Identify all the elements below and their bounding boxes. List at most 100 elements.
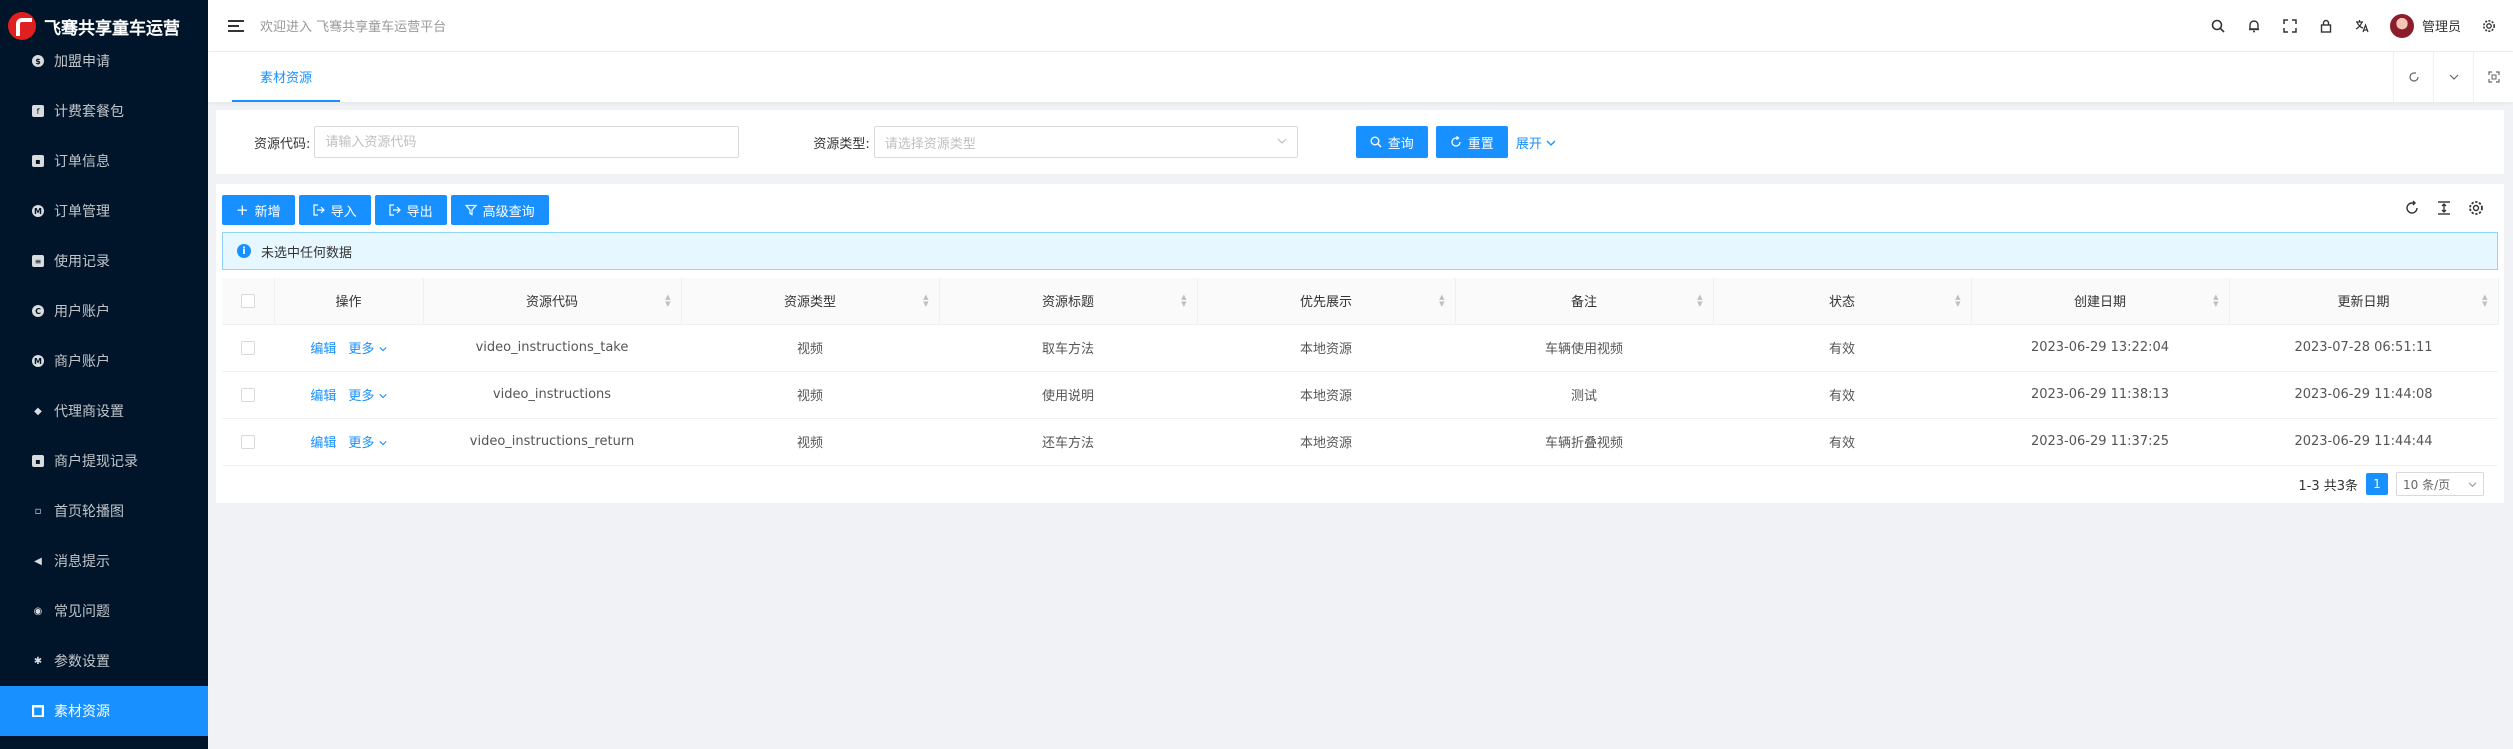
sidebar-item-5[interactable]: C 用户账户 xyxy=(0,286,208,336)
import-button[interactable]: 导入 xyxy=(298,195,371,225)
column-height-icon[interactable] xyxy=(2436,200,2452,220)
more-dropdown[interactable]: 更多 xyxy=(348,436,387,451)
page-size-select[interactable]: 10 条/页 xyxy=(2396,472,2484,496)
sidebar-item-9[interactable]: ▫ 首页轮播图 xyxy=(0,486,208,536)
row-checkbox[interactable] xyxy=(241,434,255,449)
sidebar-item-4[interactable]: ≡ 使用记录 xyxy=(0,236,208,286)
translate-icon[interactable] xyxy=(2354,18,2370,34)
sort-icon: ▲ ▼ xyxy=(2482,292,2488,308)
row-checkbox[interactable] xyxy=(241,387,255,402)
m-circle-icon: M xyxy=(32,355,44,367)
chevron-down-icon xyxy=(378,347,387,352)
add-button[interactable]: + 新增 xyxy=(222,195,295,225)
account-book-icon: ▪ xyxy=(32,455,44,467)
sort-icon: ▲ ▼ xyxy=(665,292,671,308)
cell-priority: 本地资源 xyxy=(1197,371,1455,419)
bell-icon[interactable] xyxy=(2246,18,2262,34)
cell-priority: 本地资源 xyxy=(1197,324,1455,372)
picture-icon: ▫ xyxy=(34,505,42,517)
logo-text: 飞骞共享童车运营 xyxy=(44,18,180,39)
sidebar-item-7[interactable]: ◆ 代理商设置 xyxy=(0,386,208,436)
row-select-cell xyxy=(222,324,274,372)
select-all-cell xyxy=(222,278,275,325)
table-settings-tools xyxy=(2404,200,2484,220)
query-button[interactable]: 查询 xyxy=(1355,126,1428,158)
logo-icon xyxy=(8,12,36,40)
reset-button[interactable]: 重置 xyxy=(1435,126,1508,158)
export-button[interactable]: 导出 xyxy=(374,195,447,225)
page-1-button[interactable]: 1 xyxy=(2366,473,2388,495)
column-header-label: 优先展示 xyxy=(1299,295,1352,311)
resource-code-input[interactable] xyxy=(314,126,740,158)
sidebar-item-label: 代理商设置 xyxy=(54,404,124,420)
sort-icon: ▲ ▼ xyxy=(923,292,929,308)
edit-link[interactable]: 编辑 xyxy=(310,436,336,451)
edit-link[interactable]: 编辑 xyxy=(310,389,336,404)
sidebar-item-12[interactable]: ✱ 参数设置 xyxy=(0,636,208,686)
sort-icon: ▲ ▼ xyxy=(1697,292,1703,308)
tab-bar: 素材资源 xyxy=(208,52,2513,102)
column-header[interactable]: 更新日期 ▲ ▼ xyxy=(2229,278,2499,325)
avatar[interactable] xyxy=(2389,13,2414,38)
android-icon: ◆ xyxy=(34,405,42,417)
column-header[interactable]: 优先展示 ▲ ▼ xyxy=(1197,278,1456,325)
expand-icon[interactable] xyxy=(2473,52,2513,102)
reload-icon[interactable] xyxy=(2393,52,2433,102)
chevron-down-icon[interactable] xyxy=(2433,52,2473,102)
m-circle-icon: M xyxy=(32,205,44,217)
chevron-down-icon xyxy=(2468,481,2477,487)
sidebar-item-13[interactable]: ■ 素材资源 xyxy=(0,686,208,736)
select-all-checkbox[interactable] xyxy=(240,293,255,308)
cell-remark: 测试 xyxy=(1455,371,1713,419)
column-header[interactable]: 备注 ▲ ▼ xyxy=(1455,278,1714,325)
table-card: + 新增 导入 导出 高级查询 i 未选中任何数据 操作 资源代码 ▲ ▼ 资源… xyxy=(216,184,2504,503)
table-row: 编辑 更多 video_instructions_return 视频 还车方法 本地资源… xyxy=(222,418,2498,466)
sidebar-item-label: 计费套餐包 xyxy=(54,104,124,120)
row-select-cell xyxy=(222,418,274,466)
sidebar-item-6[interactable]: M 商户账户 xyxy=(0,336,208,386)
filter-icon xyxy=(464,204,477,216)
column-header[interactable]: 资源类型 ▲ ▼ xyxy=(681,278,940,325)
tab-material-resources[interactable]: 素材资源 xyxy=(232,52,341,102)
cell-status: 有效 xyxy=(1713,371,1971,419)
column-header[interactable]: 资源标题 ▲ ▼ xyxy=(939,278,1198,325)
row-actions-cell: 编辑 更多 xyxy=(274,324,423,372)
resource-type-select[interactable]: 请选择资源类型 xyxy=(873,126,1298,158)
sort-icon: ▲ ▼ xyxy=(1181,292,1187,308)
row-checkbox[interactable] xyxy=(241,340,255,355)
cell-type: 视频 xyxy=(681,371,939,419)
menu-fold-icon[interactable] xyxy=(228,19,244,32)
eye-icon: ◉ xyxy=(33,605,43,617)
sidebar-item-1[interactable]: f 计费套餐包 xyxy=(0,86,208,136)
table-row: 编辑 更多 video_instructions_take 视频 取车方法 本地资源 车辆… xyxy=(222,324,2498,372)
more-dropdown[interactable]: 更多 xyxy=(348,342,387,357)
sidebar-item-11[interactable]: ◉ 常见问题 xyxy=(0,586,208,636)
sidebar-item-8[interactable]: ▪ 商户提现记录 xyxy=(0,436,208,486)
cell-code: video_instructions xyxy=(423,371,681,419)
pagination-summary: 1-3 共3条 xyxy=(2298,478,2358,494)
sidebar-item-10[interactable]: ◀ 消息提示 xyxy=(0,536,208,586)
sidebar-item-2[interactable]: ▪ 订单信息 xyxy=(0,136,208,186)
user-name[interactable]: 管理员 xyxy=(2422,16,2461,35)
column-header[interactable]: 资源代码 ▲ ▼ xyxy=(423,278,682,325)
lock-icon[interactable] xyxy=(2318,18,2334,34)
expand-link[interactable]: 展开 xyxy=(1516,133,1556,152)
reload-icon[interactable] xyxy=(2404,200,2420,220)
gear-icon[interactable] xyxy=(2468,200,2484,220)
sort-icon: ▲ ▼ xyxy=(1955,292,1961,308)
column-header[interactable]: 创建日期 ▲ ▼ xyxy=(1971,278,2230,325)
sidebar-item-3[interactable]: M 订单管理 xyxy=(0,186,208,236)
search-icon xyxy=(1370,136,1382,148)
cell-updated: 2023-07-28 06:51:11 xyxy=(2229,324,2498,372)
search-icon[interactable] xyxy=(2210,18,2226,34)
gear-icon[interactable] xyxy=(2481,18,2497,34)
fullscreen-icon[interactable] xyxy=(2282,18,2298,34)
advanced-query-button[interactable]: 高级查询 xyxy=(450,195,549,225)
export-button-label: 导出 xyxy=(406,204,433,220)
column-header[interactable]: 状态 ▲ ▼ xyxy=(1713,278,1972,325)
facebook-square-icon: f xyxy=(32,105,44,117)
page-size-label: 10 条/页 xyxy=(2403,477,2451,492)
plus-icon: + xyxy=(236,200,249,219)
edit-link[interactable]: 编辑 xyxy=(310,342,336,357)
more-dropdown[interactable]: 更多 xyxy=(348,389,387,404)
